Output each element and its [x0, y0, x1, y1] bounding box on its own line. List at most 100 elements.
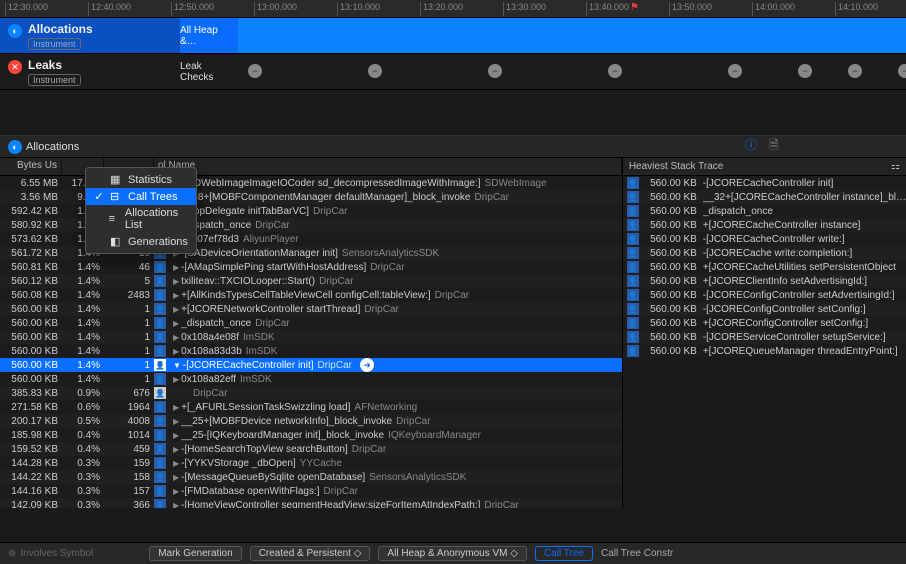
- filter-input[interactable]: ⊚ Involves Symbol: [8, 548, 93, 559]
- track-title: Allocations: [28, 22, 93, 36]
- table-row[interactable]: 144.28 KB0.3%159👤▶-[YYKVStorage _dbOpen]…: [0, 456, 622, 470]
- person-icon: 👤: [627, 331, 639, 343]
- timeline-ruler[interactable]: ⚑ 12:30.00012:40.00012:50.00013:00.00013…: [0, 0, 906, 18]
- col-symbol[interactable]: ol Name: [154, 158, 622, 175]
- allocations-graph[interactable]: [238, 18, 906, 53]
- stack-trace-rows: 👤560.00 KB-[JCORECacheController init]👤5…: [623, 176, 906, 358]
- table-row[interactable]: 142.09 KB0.3%366👤▶-[HomeViewController s…: [0, 498, 622, 508]
- popup-item[interactable]: ≡Allocations List: [86, 205, 196, 233]
- person-icon: 👤: [154, 457, 166, 469]
- table-row[interactable]: 200.17 KB0.5%4008👤▶__25+[MOBFDevice netw…: [0, 414, 622, 428]
- view-mode-popup: ▦Statistics✓⊟Call Trees≡Allocations List…: [85, 167, 197, 254]
- person-icon: 👤: [627, 205, 639, 217]
- leaks-icon: ✕: [8, 60, 22, 74]
- ruler-tick: 13:30.000: [503, 2, 546, 16]
- table-row[interactable]: 560.12 KB1.4%5👤▶txiliteav::TXCIOLooper::…: [0, 274, 622, 288]
- person-icon: 👤: [627, 219, 639, 231]
- table-row[interactable]: 144.16 KB0.3%157👤▶-[FMDatabase openWithF…: [0, 484, 622, 498]
- person-icon: 👤: [627, 303, 639, 315]
- configure-icon[interactable]: ⚏: [891, 161, 900, 172]
- leak-check-marker[interactable]: −: [798, 64, 812, 78]
- table-row[interactable]: 185.98 KB0.4%1014👤▶__25-[IQKeyboardManag…: [0, 428, 622, 442]
- table-row[interactable]: 159.52 KB0.4%459👤▶-[HomeSearchTopView se…: [0, 442, 622, 456]
- call-tree-segment[interactable]: Call Tree: [535, 546, 593, 561]
- leak-check-marker[interactable]: −: [728, 64, 742, 78]
- table-row[interactable]: 560.00 KB1.4%1👤▶_dispatch_onceDripCar: [0, 316, 622, 330]
- table-row[interactable]: 560.00 KB1.4%1👤▶0x108a4e08fImSDK: [0, 330, 622, 344]
- ruler-tick: 12:50.000: [171, 2, 214, 16]
- info-icon[interactable]: ⓘ: [745, 136, 757, 157]
- person-icon: 👤: [627, 247, 639, 259]
- ruler-tick: 13:10.000: [337, 2, 380, 16]
- table-row[interactable]: 144.22 KB0.3%158👤▶-[MessageQueueBySqlite…: [0, 470, 622, 484]
- person-icon: 👤: [627, 233, 639, 245]
- track-allocations[interactable]: ◐ Allocations Instrument All Heap &…: [0, 18, 906, 54]
- person-icon: 👤: [154, 345, 166, 357]
- stack-row[interactable]: 👤560.00 KB-[JCOREServiceController setup…: [623, 330, 906, 344]
- person-icon: 👤: [154, 499, 166, 508]
- track-sub-label: All Heap &…: [180, 18, 238, 53]
- person-icon: 👤: [627, 317, 639, 329]
- person-icon: 👤: [154, 303, 166, 315]
- allocations-icon: ◐: [8, 24, 22, 38]
- created-persistent-button[interactable]: Created & Persistent ◇: [250, 546, 371, 561]
- stack-row[interactable]: 👤560.00 KB__32+[JCORECacheController ins…: [623, 190, 906, 204]
- popup-item[interactable]: ◧Generations: [86, 233, 196, 250]
- leaks-graph[interactable]: −−−−−−−−: [238, 54, 906, 89]
- detail-tab-label[interactable]: Allocations: [26, 141, 79, 153]
- table-row[interactable]: 560.00 KB1.4%1👤▶+[JCORENetworkController…: [0, 302, 622, 316]
- track-title: Leaks: [28, 58, 81, 72]
- leak-check-marker[interactable]: −: [608, 64, 622, 78]
- track-leaks[interactable]: ✕ Leaks Instrument Leak Checks − − − − − − − −: [0, 54, 906, 90]
- ruler-tick: 13:40.000: [586, 2, 629, 16]
- heap-scope-button[interactable]: All Heap & Anonymous VM ◇: [378, 546, 527, 561]
- popup-item[interactable]: ✓⊟Call Trees: [86, 188, 196, 205]
- person-icon: 👤: [154, 443, 166, 455]
- empty-track-area: [0, 90, 906, 136]
- stack-row[interactable]: 👤560.00 KB+[JCORECacheController instanc…: [623, 218, 906, 232]
- table-row[interactable]: 560.00 KB1.4%1👤▶0x108a83d3bImSDK: [0, 344, 622, 358]
- table-row[interactable]: 560.08 KB1.4%2483👤▶+[AllKindsTypesCellTa…: [0, 288, 622, 302]
- leak-check-marker[interactable]: −: [368, 64, 382, 78]
- track-sub-label: Leak Checks: [180, 54, 238, 89]
- stack-row[interactable]: 👤560.00 KB-[JCORECacheController init]: [623, 176, 906, 190]
- table-row[interactable]: 271.58 KB0.6%1964👤▶+[_AFURLSessionTaskSw…: [0, 400, 622, 414]
- playhead-flag[interactable]: ⚑: [630, 2, 639, 13]
- leak-check-marker[interactable]: −: [898, 64, 906, 78]
- ruler-tick: 14:00.000: [752, 2, 795, 16]
- table-row[interactable]: 560.81 KB1.4%46👤▶-[AMapSimplePing startW…: [0, 260, 622, 274]
- heaviest-stack-pane: Heaviest Stack Trace ⚏ 👤560.00 KB-[JCORE…: [623, 158, 906, 508]
- stack-row[interactable]: 👤560.00 KB+[JCOREConfigController setCon…: [623, 316, 906, 330]
- col-bytes[interactable]: Bytes Us: [0, 158, 62, 175]
- leak-check-marker[interactable]: −: [848, 64, 862, 78]
- stack-row[interactable]: 👤560.00 KB_dispatch_once: [623, 204, 906, 218]
- document-icon[interactable]: 🗎: [769, 136, 779, 157]
- stack-row[interactable]: 👤560.00 KB+[JCOREQueueManager threadEntr…: [623, 344, 906, 358]
- table-row[interactable]: 560.00 KB1.4%1👤▶0x108a82effImSDK: [0, 372, 622, 386]
- footer-bar: ⊚ Involves Symbol Mark Generation Create…: [0, 542, 906, 564]
- popup-item[interactable]: ▦Statistics: [86, 171, 196, 188]
- stack-row[interactable]: 👤560.00 KB+[JCORECacheUtilities setPersi…: [623, 260, 906, 274]
- person-icon: 👤: [627, 177, 639, 189]
- instrument-pill: Instrument: [28, 38, 81, 50]
- person-icon: 👤: [154, 331, 166, 343]
- stack-row[interactable]: 👤560.00 KB+[JCOREClientInfo setAdvertisi…: [623, 274, 906, 288]
- ruler-tick: 12:40.000: [88, 2, 131, 16]
- allocations-icon: ◐: [8, 140, 22, 154]
- table-row[interactable]: 385.83 KB0.9%676👤DripCar: [0, 386, 622, 400]
- instrument-pill: Instrument: [28, 74, 81, 86]
- leak-check-marker[interactable]: −: [248, 64, 262, 78]
- leak-check-marker[interactable]: −: [488, 64, 502, 78]
- stack-row[interactable]: 👤560.00 KB-[JCORECache write:completion:…: [623, 246, 906, 260]
- person-icon: 👤: [627, 261, 639, 273]
- stack-row[interactable]: 👤560.00 KB-[JCOREConfigController setCon…: [623, 302, 906, 316]
- mark-generation-button[interactable]: Mark Generation: [149, 546, 241, 561]
- person-icon: 👤: [154, 401, 166, 413]
- person-icon: 👤: [154, 429, 166, 441]
- focus-arrow-icon[interactable]: ➜: [360, 358, 374, 372]
- person-icon: 👤: [627, 275, 639, 287]
- table-row[interactable]: 560.00 KB1.4%1👤▼-[JCORECacheController i…: [0, 358, 622, 372]
- stack-row[interactable]: 👤560.00 KB-[JCORECacheController write:]: [623, 232, 906, 246]
- person-icon: 👤: [154, 261, 166, 273]
- stack-row[interactable]: 👤560.00 KB-[JCOREConfigController setAdv…: [623, 288, 906, 302]
